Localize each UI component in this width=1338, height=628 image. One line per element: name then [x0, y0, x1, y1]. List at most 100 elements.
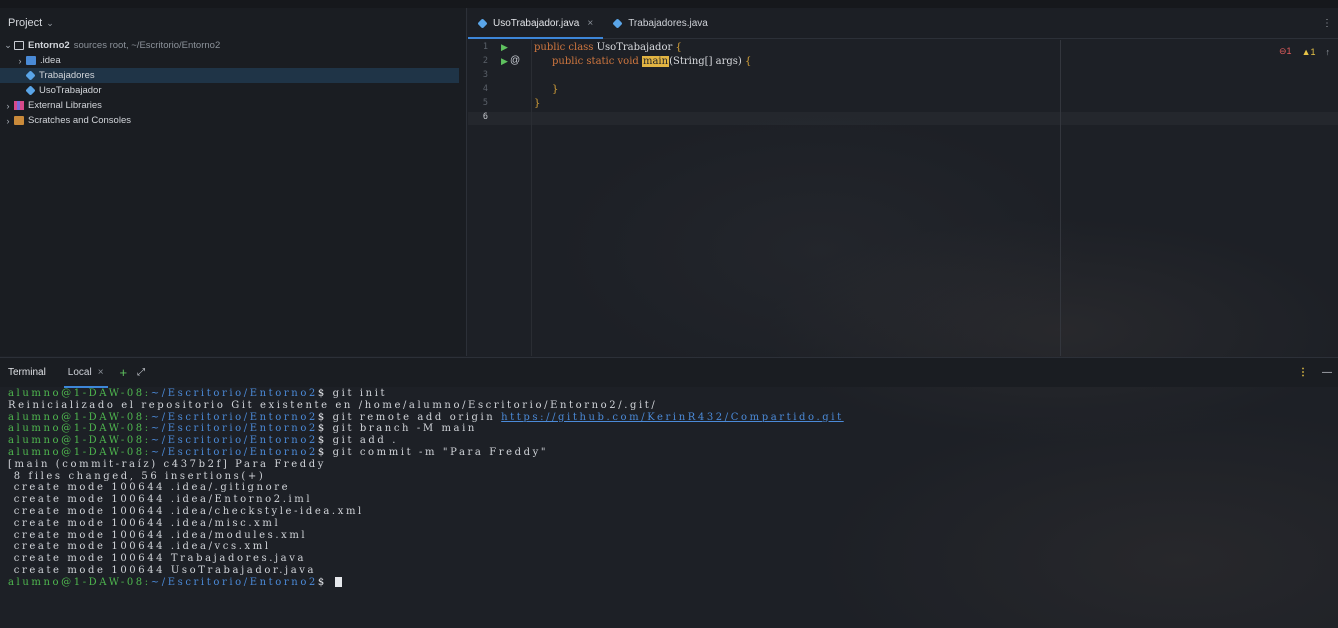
terminal-tab-local[interactable]: Local ×: [63, 358, 108, 388]
project-panel: Project ⌄ ⌄ Entorno2 sources root, ~/Esc…: [0, 8, 467, 356]
editor-tabs: UsoTrabajador.java × Trabajadores.java ⋮: [468, 8, 1338, 39]
more-vertical-icon[interactable]: ⋮: [1298, 367, 1308, 378]
code-line: }: [552, 83, 558, 96]
tree-item-trabajadores[interactable]: Trabajadores: [0, 68, 459, 83]
terminal-title: Terminal: [8, 367, 46, 378]
tree-item-entorno2[interactable]: ⌄ Entorno2 sources root, ~/Escritorio/En…: [0, 38, 466, 53]
terminal-cursor: [334, 577, 342, 588]
chevron-down-icon[interactable]: ⌄: [2, 40, 14, 51]
run-icon[interactable]: ▶: [501, 56, 508, 67]
folder-icon: [14, 41, 24, 50]
prompt-dollar: $: [317, 576, 333, 588]
terminal-line: create mode 100644 .idea/Entorno2.iml: [8, 494, 313, 506]
terminal-output[interactable]: alumno@1-DAW-08:~/Escritorio/Entorno2$ g…: [0, 387, 1338, 628]
tab-trabajadores[interactable]: Trabajadores.java: [603, 8, 718, 38]
tree-item-usotrabajador[interactable]: UsoTrabajador: [0, 83, 466, 98]
tree-item-idea[interactable]: › .idea: [0, 53, 466, 68]
code-params: (String[] args): [669, 56, 746, 67]
error-icon: ⊖: [1279, 46, 1287, 56]
code-method-name: main: [641, 56, 670, 67]
ide-window: Project ⌄ ⌄ Entorno2 sources root, ~/Esc…: [0, 0, 1338, 628]
terminal-line: alumno@1-DAW-08:~/Escritorio/Entorno2$ g…: [8, 388, 1338, 400]
prompt-dollar: $: [317, 388, 333, 399]
terminal-line: create mode 100644 .idea/.gitignore: [8, 482, 291, 494]
expand-icon[interactable]: ⤢: [137, 367, 145, 378]
prompt-dollar: $: [317, 446, 333, 458]
prompt-user: alumno@1-DAW-08:: [8, 576, 151, 588]
prompt-dollar: $: [317, 435, 333, 447]
tree-item-label: External Libraries: [28, 100, 102, 111]
terminal-tab-label[interactable]: Local: [68, 367, 92, 378]
tree-item-detail: sources root, ~/Escritorio/Entorno2: [73, 40, 221, 51]
warning-indicator[interactable]: ▲1: [1302, 47, 1316, 57]
annotation-icon[interactable]: @: [510, 55, 520, 66]
java-class-icon: [25, 85, 36, 96]
prompt-dollar: $: [317, 423, 333, 435]
terminal-line: alumno@1-DAW-08:~/Escritorio/Entorno2$ g…: [8, 435, 1338, 447]
prompt-user: alumno@1-DAW-08:: [8, 446, 151, 458]
inspection-widget[interactable]: ⊖1 ▲1 ↑: [1279, 46, 1330, 57]
chevron-down-icon[interactable]: ⌄: [46, 18, 54, 29]
error-indicator[interactable]: ⊖1: [1279, 46, 1292, 57]
tree-item-scratches[interactable]: › Scratches and Consoles: [0, 113, 466, 128]
terminal-line: create mode 100644 .idea/checkstyle-idea…: [8, 505, 364, 517]
terminal-line: 8 files changed, 56 insertions(+): [8, 470, 266, 482]
terminal-line: create mode 100644 UsoTrabajador.java: [8, 564, 317, 576]
prompt-path: ~/Escritorio/Entorno2: [150, 576, 318, 588]
terminal-line: alumno@1-DAW-08:~/Escritorio/Entorno2$ g…: [8, 412, 1338, 424]
command-text: git init: [332, 388, 388, 399]
prompt-user: alumno@1-DAW-08:: [8, 423, 151, 435]
tree-item-label: Trabajadores: [39, 70, 95, 81]
more-vertical-icon[interactable]: ⋮: [1322, 8, 1338, 38]
terminal-line: create mode 100644 .idea/vcs.xml: [8, 541, 271, 553]
line-number: 6: [482, 112, 488, 122]
chevron-right-icon[interactable]: ›: [14, 56, 26, 66]
error-count: 1: [1286, 46, 1292, 56]
prompt-user: alumno@1-DAW-08:: [8, 435, 151, 447]
tab-usotrabajador[interactable]: UsoTrabajador.java ×: [468, 8, 604, 39]
terminal-actions: ⋮ —: [1298, 367, 1338, 378]
tree-item-label: Scratches and Consoles: [28, 115, 131, 126]
terminal-line: create mode 100644 Trabajadores.java: [8, 553, 307, 565]
tab-label[interactable]: Trabajadores.java: [628, 18, 708, 29]
command-text: git branch -M main: [332, 423, 477, 435]
prompt-dollar: $: [317, 411, 333, 423]
chevron-right-icon[interactable]: ›: [2, 116, 14, 126]
close-icon[interactable]: ×: [587, 18, 593, 29]
command-text: git add .: [332, 435, 398, 447]
add-tab-icon[interactable]: +: [120, 365, 128, 380]
code-keyword: public static void: [552, 56, 642, 67]
libraries-icon: [14, 101, 24, 110]
code-brace: {: [675, 42, 682, 53]
command-text: git remote add origin: [332, 411, 502, 423]
chevron-right-icon[interactable]: ›: [2, 101, 14, 111]
java-class-icon: [477, 17, 488, 29]
prompt-path: ~/Escritorio/Entorno2: [150, 435, 318, 447]
repository-url-link[interactable]: https://github.com/KerinR432/Compartido.…: [501, 412, 844, 423]
editor-gutter: 1 2 3 4 5 6 ▶ ▶ @: [468, 40, 532, 356]
project-title[interactable]: Project: [8, 17, 42, 29]
run-icon[interactable]: ▶: [501, 42, 508, 53]
code-editor[interactable]: 1 2 3 4 5 6 ▶ ▶ @ public class UsoTrabaj…: [468, 40, 1338, 356]
line-number: 3: [482, 70, 488, 80]
terminal-line: create mode 100644 .idea/modules.xml: [8, 529, 308, 541]
close-icon[interactable]: ×: [98, 367, 104, 378]
code-keyword: public class: [534, 42, 597, 53]
code-line: public class UsoTrabajador {: [534, 41, 682, 54]
minimize-icon[interactable]: —: [1322, 367, 1332, 378]
prompt-path: ~/Escritorio/Entorno2: [150, 446, 318, 458]
code-brace: }: [534, 98, 541, 109]
project-header[interactable]: Project ⌄: [0, 8, 466, 38]
prompt-path: ~/Escritorio/Entorno2: [150, 411, 318, 423]
arrow-up-icon[interactable]: ↑: [1326, 47, 1331, 57]
line-number: 2: [482, 56, 488, 66]
scratches-icon: [14, 116, 24, 125]
current-line-highlight: [468, 112, 1338, 125]
terminal-line: alumno@1-DAW-08:~/Escritorio/Entorno2$ g…: [8, 423, 1338, 435]
terminal-line: alumno@1-DAW-08:~/Escritorio/Entorno2$ g…: [8, 447, 1338, 459]
warning-count: 1: [1310, 46, 1316, 57]
terminal-line: alumno@1-DAW-08:~/Escritorio/Entorno2$: [8, 577, 1338, 589]
tree-item-external-libraries[interactable]: › External Libraries: [0, 98, 466, 113]
line-number: 1: [482, 42, 488, 52]
tab-label[interactable]: UsoTrabajador.java: [493, 18, 579, 29]
